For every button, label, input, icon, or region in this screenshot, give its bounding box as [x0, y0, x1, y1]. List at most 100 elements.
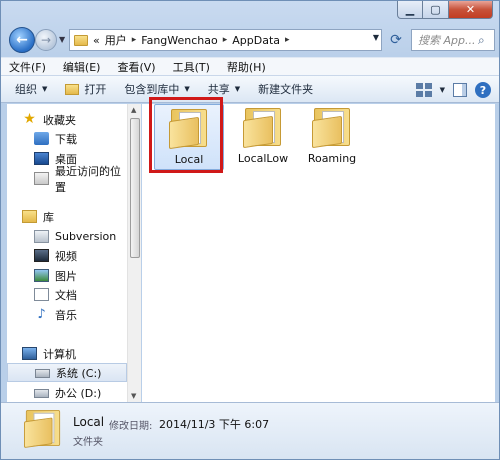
chevron-down-icon: ▼	[234, 85, 241, 93]
nav-documents[interactable]: 文档	[7, 285, 127, 304]
open-label: 打开	[84, 83, 107, 96]
share-label: 共享	[207, 83, 230, 96]
scrollbar-thumb[interactable]	[130, 118, 140, 258]
address-row: ← → ▼ « 用户 ▸ FangWenchao ▸ AppData ▸ ▼ ⟳…	[7, 27, 495, 53]
close-button[interactable]: ✕	[449, 1, 493, 19]
organize-button[interactable]: 组织 ▼	[15, 81, 47, 97]
breadcrumb-separator-icon[interactable]: ▸	[285, 35, 290, 45]
downloads-icon	[34, 132, 49, 145]
star-icon: ★	[23, 111, 36, 127]
search-icon[interactable]: ⌕	[478, 33, 494, 48]
nav-subversion[interactable]: Subversion	[7, 227, 127, 246]
chevron-down-icon: ▼	[42, 85, 48, 93]
nav-drive-d-label: 办公 (D:)	[55, 386, 102, 400]
nav-music-label: 音乐	[55, 308, 77, 322]
new-folder-label: 新建文件夹	[258, 83, 314, 96]
open-button[interactable]: 打开	[65, 81, 106, 97]
refresh-button[interactable]: ⟳	[385, 29, 407, 51]
maximize-button[interactable]: ▢	[423, 1, 449, 19]
scroll-down-icon[interactable]: ▼	[131, 392, 136, 400]
breadcrumb-separator-icon[interactable]: ▸	[132, 35, 137, 45]
nav-pictures[interactable]: 图片	[7, 266, 127, 285]
search-input[interactable]: 搜索 App... ⌕	[411, 29, 495, 51]
explorer-window: ▁ ▢ ✕ ← → ▼ « 用户 ▸ FangWenchao ▸ AppData…	[0, 0, 500, 460]
navigation-scrollbar[interactable]: ▲ ▼	[127, 104, 141, 402]
nav-favorites-label: 收藏夹	[43, 113, 76, 127]
chevron-down-icon[interactable]: ▼	[373, 33, 379, 42]
file-name: LocalLow	[237, 152, 289, 165]
menu-view[interactable]: 查看(V)	[117, 59, 155, 75]
nav-videos[interactable]: 视频	[7, 246, 127, 265]
folder-icon	[241, 108, 285, 149]
include-library-label: 包含到库中	[124, 83, 180, 96]
folder-icon	[167, 109, 211, 150]
nav-drive-d[interactable]: 办公 (D:)	[7, 383, 127, 402]
nav-drive-c[interactable]: 系统 (C:)	[7, 363, 127, 382]
forward-button[interactable]: →	[35, 29, 57, 51]
nav-computer-label: 计算机	[43, 347, 76, 361]
file-name: Local	[174, 153, 204, 166]
breadcrumb-overflow[interactable]: «	[93, 34, 100, 47]
desktop-icon	[34, 152, 49, 165]
details-name: Local	[73, 415, 105, 429]
forward-arrow-icon: →	[40, 33, 52, 47]
address-bar[interactable]: « 用户 ▸ FangWenchao ▸ AppData ▸ ▼	[69, 29, 382, 51]
details-pane: Local 修改日期: 2014/11/3 下午 6:07 文件夹	[1, 402, 499, 459]
nav-libraries[interactable]: 库	[7, 207, 127, 226]
open-folder-icon	[65, 83, 80, 95]
minimize-button[interactable]: ▁	[397, 1, 423, 19]
help-icon[interactable]: ?	[475, 82, 491, 98]
nav-downloads[interactable]: 下载	[7, 129, 127, 148]
breadcrumb-user[interactable]: FangWenchao	[141, 34, 217, 47]
menu-file[interactable]: 文件(F)	[9, 59, 46, 75]
view-options-dropdown[interactable]: ▼	[440, 86, 445, 94]
nav-computer[interactable]: 计算机	[7, 344, 127, 363]
details-modified-value: 2014/11/3 下午 6:07	[159, 418, 270, 431]
chevron-down-icon: ▼	[184, 85, 190, 93]
folder-icon	[22, 409, 64, 449]
nav-libraries-label: 库	[43, 210, 54, 224]
nav-drive-c-label: 系统 (C:)	[56, 366, 102, 380]
command-bar: 组织 ▼ 打开 包含到库中 ▼ 共享 ▼ 新建文件夹 ▼ ?	[1, 75, 499, 103]
pictures-icon	[34, 269, 49, 282]
nav-music[interactable]: ♪ 音乐	[7, 305, 127, 324]
menu-help[interactable]: 帮助(H)	[227, 59, 266, 75]
recent-pages-dropdown[interactable]: ▼	[59, 35, 65, 44]
search-placeholder: 搜索 App...	[418, 34, 476, 47]
breadcrumb-separator-icon[interactable]: ▸	[223, 35, 228, 45]
include-in-library-button[interactable]: 包含到库中 ▼	[124, 81, 189, 97]
documents-icon	[34, 288, 49, 301]
preview-pane-icon[interactable]	[453, 83, 467, 97]
folder-roaming[interactable]: Roaming	[297, 104, 367, 170]
change-view-icon[interactable]	[415, 83, 432, 97]
details-type: 文件夹	[73, 437, 103, 448]
breadcrumb-appdata[interactable]: AppData	[232, 34, 280, 47]
scroll-up-icon[interactable]: ▲	[131, 106, 136, 114]
navigation-pane: ★ 收藏夹 下载 桌面 最近访问的位置 库 Subversion 视频 图片 文…	[7, 104, 127, 402]
menu-tools[interactable]: 工具(T)	[173, 59, 210, 75]
subversion-icon	[34, 230, 49, 243]
nav-recent-label: 最近访问的位置	[55, 164, 121, 194]
nav-subversion-label: Subversion	[55, 230, 117, 243]
folder-local[interactable]: Local	[154, 104, 224, 170]
folder-icon	[310, 108, 354, 149]
file-list: Local LocalLow Roaming	[142, 104, 495, 402]
drive-icon	[35, 369, 50, 378]
library-icon	[22, 210, 37, 223]
nav-recent-places[interactable]: 最近访问的位置	[7, 165, 127, 194]
music-icon: ♪	[37, 307, 46, 322]
file-name: Roaming	[307, 152, 357, 165]
nav-downloads-label: 下载	[55, 132, 77, 146]
video-icon	[34, 249, 49, 262]
folder-locallow[interactable]: LocalLow	[228, 104, 298, 170]
drive-icon	[34, 389, 49, 398]
share-button[interactable]: 共享 ▼	[208, 81, 240, 97]
recent-places-icon	[34, 172, 49, 185]
menu-bar: 文件(F) 编辑(E) 查看(V) 工具(T) 帮助(H)	[1, 57, 499, 75]
breadcrumb-users[interactable]: 用户	[105, 32, 127, 48]
menu-edit[interactable]: 编辑(E)	[63, 59, 101, 75]
back-button[interactable]: ←	[9, 27, 35, 53]
nav-favorites[interactable]: ★ 收藏夹	[7, 110, 127, 129]
new-folder-button[interactable]: 新建文件夹	[258, 81, 313, 97]
folder-icon	[74, 34, 88, 46]
